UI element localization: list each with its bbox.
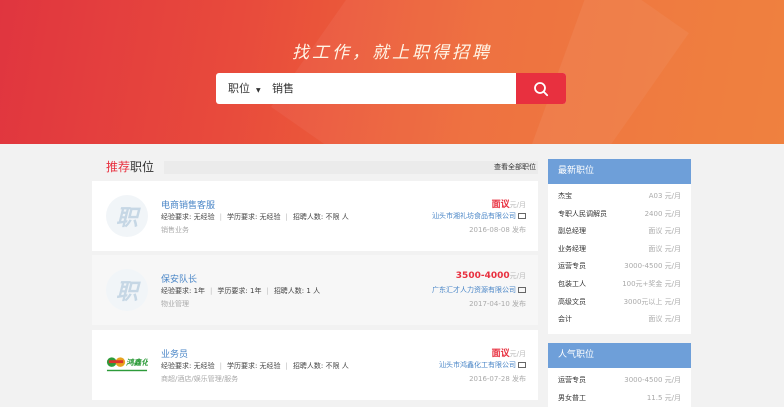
hongxin-logo-icon: 鸿鑫化工 <box>106 357 148 372</box>
search-input[interactable] <box>272 73 512 104</box>
job-card[interactable]: 职 保安队长 经验要求: 1年 | 学历要求: 1年 | 招聘人数: 1 人 物业管理 … <box>92 255 538 325</box>
caret-down-icon[interactable]: ▼ <box>256 87 261 94</box>
popular-jobs-panel: 人气职位 运营专员 3000-4500 元/月 男女普工 11.5 元/月 <box>548 343 691 407</box>
list-item[interactable]: 运营专员 3000-4500 元/月 <box>548 372 691 390</box>
panel-title: 最新职位 <box>548 159 691 184</box>
job-salary: 3500-4000元/月 <box>455 271 526 281</box>
hero-banner: 找工作，就上职得招聘 职位 ▼ <box>0 0 784 144</box>
list-item[interactable]: 运营专员 3000-4500 元/月 <box>548 258 691 276</box>
list-item[interactable]: 包装工人 100元+奖金 元/月 <box>548 276 691 294</box>
latest-jobs-panel: 最新职位 杰宝 A03 元/月 专职人民调解员 2400 元/月 副总经理 面议 元/… <box>548 159 691 334</box>
job-card[interactable]: 鸿鑫化工 业务员 经验要求: 无经验|学历要求: 无经验|招聘人数: 不限 人 … <box>92 330 538 400</box>
job-title-link[interactable]: 业务员 <box>161 347 188 360</box>
publish-date: 2016-07-28 发布 <box>469 375 526 383</box>
job-salary: 面议元/月 <box>491 200 526 210</box>
latest-jobs-list: 杰宝 A03 元/月 专职人民调解员 2400 元/月 副总经理 面议 元/月 业务经… <box>548 184 691 329</box>
publish-date: 2017-04-10 发布 <box>469 300 526 308</box>
popular-jobs-list: 运营专员 3000-4500 元/月 男女普工 11.5 元/月 <box>548 368 691 407</box>
job-requirements: 经验要求: 1年 | 学历要求: 1年 | 招聘人数: 1 人 <box>161 287 321 295</box>
search-category-select[interactable]: 职位 <box>228 73 250 104</box>
list-item[interactable]: 杰宝 A03 元/月 <box>548 188 691 206</box>
job-salary: 面议元/月 <box>491 349 526 359</box>
publish-date: 2016-08-08 发布 <box>469 226 526 234</box>
company-link[interactable]: 汕头市湘礼坊食品有限公司 <box>432 211 526 221</box>
banner-slogan: 找工作，就上职得招聘 <box>292 43 492 63</box>
job-card[interactable]: 职 电商销售客服 经验要求: 无经验 | 学历要求: 无经验 | 招聘人数: 不限 人 … <box>92 181 538 251</box>
company-link[interactable]: 广东汇才人力资源有限公司 <box>432 285 526 295</box>
company-card-icon <box>518 287 526 293</box>
company-card-icon <box>518 213 526 219</box>
job-requirements: 经验要求: 无经验 | 学历要求: 无经验 | 招聘人数: 不限 人 <box>161 213 349 221</box>
svg-text:鸿鑫化工: 鸿鑫化工 <box>126 358 148 367</box>
list-item[interactable]: 副总经理 面议 元/月 <box>548 223 691 241</box>
company-logo: 职 <box>106 269 148 311</box>
list-item[interactable]: 高级文员 3000元以上 元/月 <box>548 294 691 312</box>
company-logo: 鸿鑫化工 <box>106 344 148 386</box>
job-title-link[interactable]: 保安队长 <box>161 272 197 285</box>
list-item[interactable]: 业务经理 面议 元/月 <box>548 241 691 259</box>
search-button[interactable] <box>516 73 566 104</box>
job-category: 物业管理 <box>161 300 189 308</box>
list-item[interactable]: 会计 面议 元/月 <box>548 311 691 329</box>
company-link[interactable]: 汕头市鸿鑫化工有限公司 <box>439 360 526 370</box>
recommend-section: 推荐职位 查看全部职位 职 电商销售客服 经验要求: 无经验 | 学历要求: 无经验… <box>92 144 538 407</box>
search-icon <box>534 81 549 96</box>
company-card-icon <box>518 362 526 368</box>
view-all-link[interactable]: 查看全部职位 <box>494 161 536 174</box>
job-requirements: 经验要求: 无经验 | 学历要求: 无经验 | 招聘人数: 不限 人 <box>161 362 349 370</box>
list-item[interactable]: 专职人民调解员 2400 元/月 <box>548 206 691 224</box>
job-category: 商超/酒店/娱乐管理/服务 <box>161 375 239 383</box>
recommend-header: 推荐职位 查看全部职位 <box>92 158 538 176</box>
section-title: 推荐职位 <box>106 160 155 174</box>
company-logo: 职 <box>106 195 148 237</box>
search-bar: 职位 ▼ <box>216 73 566 104</box>
list-item[interactable]: 男女普工 11.5 元/月 <box>548 390 691 407</box>
job-title-link[interactable]: 电商销售客服 <box>161 198 215 211</box>
job-category: 销售业务 <box>161 226 189 234</box>
panel-title: 人气职位 <box>548 343 691 368</box>
header-bar: 查看全部职位 <box>164 161 538 174</box>
